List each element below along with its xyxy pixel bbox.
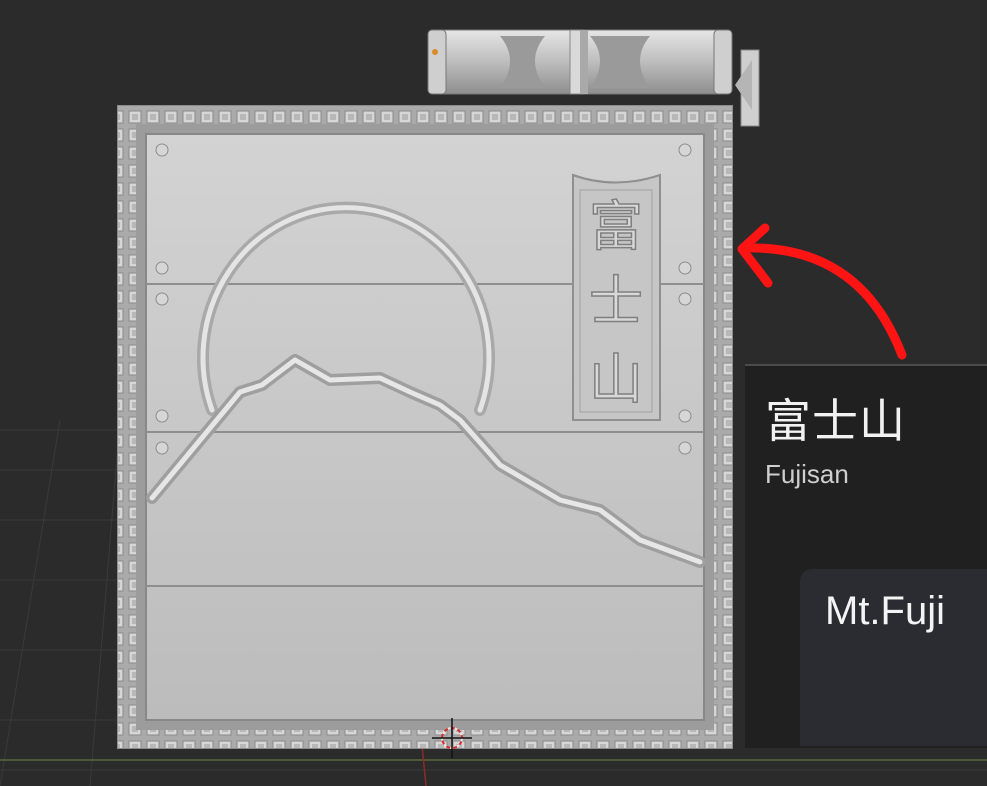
english-name-label: Mt.Fuji bbox=[825, 589, 945, 633]
y-axis-line bbox=[421, 744, 427, 786]
romaji-subtitle: Fujisan bbox=[765, 459, 849, 489]
banner-char-1: 富 bbox=[589, 195, 643, 258]
kanji-banner: 富 士 山 bbox=[572, 173, 661, 421]
kanji-title: 富士山 bbox=[765, 394, 906, 448]
banner-char-2: 士 bbox=[589, 270, 643, 333]
banner-char-3: 山 bbox=[589, 348, 643, 411]
fuji-plaque[interactable]: 富 士 山 bbox=[117, 105, 733, 749]
annotation-arrow-icon bbox=[737, 223, 907, 360]
